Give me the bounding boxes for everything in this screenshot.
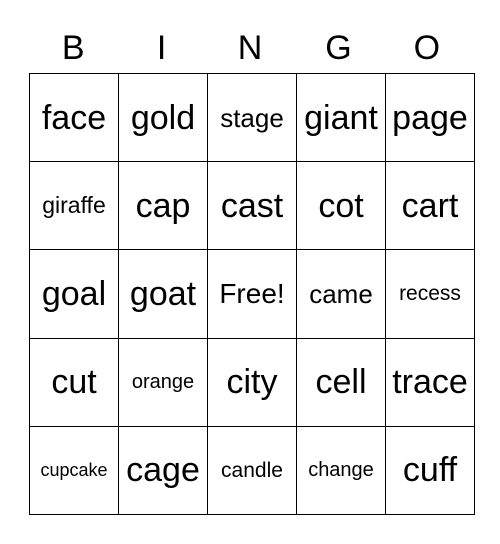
free-cell: Free!	[207, 249, 297, 339]
header-letter-o: O	[413, 29, 441, 67]
bingo-cell: city	[207, 337, 297, 427]
bingo-header: B I N G O	[29, 24, 471, 72]
bingo-cell: stage	[207, 72, 297, 163]
bingo-cell: gold	[118, 72, 208, 163]
header-letter-g: G	[325, 29, 352, 67]
grid-row: face gold stage giant page	[29, 72, 475, 163]
bingo-cell: goat	[118, 249, 208, 339]
bingo-cell: cut	[29, 337, 119, 427]
bingo-cell: trace	[385, 337, 475, 427]
grid-row: goal goat Free! came recess	[29, 249, 475, 339]
bingo-cell: cupcake	[29, 425, 119, 516]
bingo-cell: cot	[296, 161, 386, 251]
grid-row: cupcake cage candle change cuff	[29, 425, 475, 516]
bingo-cell: cage	[118, 425, 208, 516]
bingo-cell: change	[296, 425, 386, 516]
bingo-cell: giraffe	[29, 161, 119, 251]
bingo-cell: came	[296, 249, 386, 339]
bingo-cell: orange	[118, 337, 208, 427]
grid-row: giraffe cap cast cot cart	[29, 161, 475, 251]
bingo-cell: recess	[385, 249, 475, 339]
bingo-cell: cast	[207, 161, 297, 251]
bingo-cell: candle	[207, 425, 297, 516]
bingo-cell: cell	[296, 337, 386, 427]
grid-row: cut orange city cell trace	[29, 337, 475, 427]
bingo-cell: goal	[29, 249, 119, 339]
bingo-cell: face	[29, 72, 119, 163]
header-letter-b: B	[61, 29, 85, 67]
bingo-cell: page	[385, 72, 475, 163]
bingo-cell: cap	[118, 161, 208, 251]
header-letter-n: N	[237, 29, 263, 67]
header-letter-i: I	[156, 29, 167, 67]
bingo-cell: cart	[385, 161, 475, 251]
bingo-grid: face gold stage giant page giraffe cap c…	[29, 72, 475, 516]
bingo-cell: giant	[296, 72, 386, 163]
bingo-cell: cuff	[385, 425, 475, 516]
